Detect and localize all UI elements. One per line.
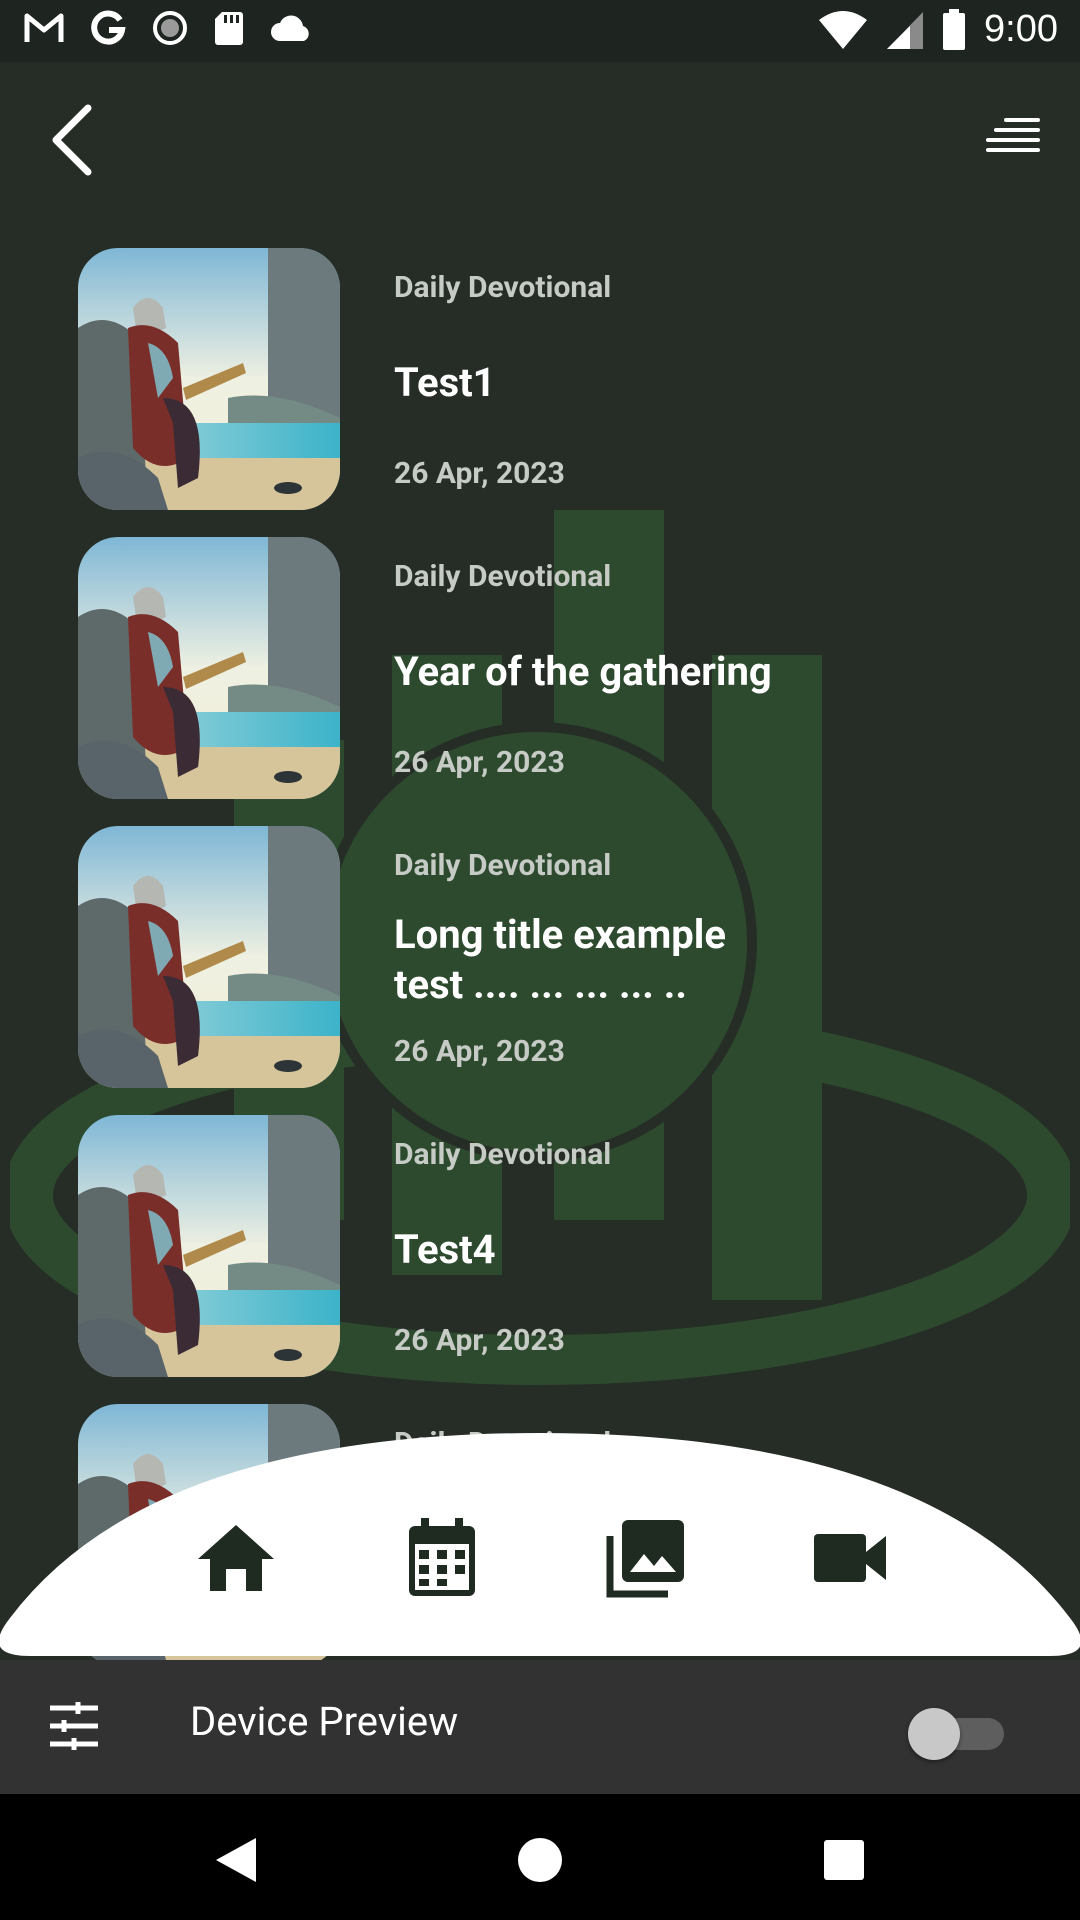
devotional-card[interactable]: Daily Devotional Test4 26 Apr, 2023 [78,1115,978,1377]
devotional-title: Year of the gathering [394,648,772,695]
record-icon [153,11,187,45]
home-circle-icon[interactable] [510,1830,570,1890]
devotional-category: Daily Devotional [394,1137,612,1172]
nav-gallery-button[interactable] [606,1518,686,1598]
devotional-title: Long title example test .... ... ... ...… [394,911,726,1008]
sd-card-icon [215,12,243,45]
home-icon [198,1525,274,1591]
gmail-icon [24,13,64,42]
devotional-date: 26 Apr, 2023 [394,1034,565,1069]
video-icon [814,1534,886,1582]
devotional-date: 26 Apr, 2023 [394,745,565,780]
devotional-category: Daily Devotional [394,559,612,594]
google-icon [91,10,126,45]
device-preview-label: Device Preview [190,1698,459,1745]
devotional-title: Test1 [394,359,496,406]
devotional-category: Daily Devotional [394,848,612,883]
device-preview-bar: Device Preview [0,1660,1080,1794]
calendar-icon [409,1518,475,1596]
devotional-card[interactable]: Daily Devotional Test1 26 Apr, 2023 [78,248,978,510]
signal-icon [887,11,924,49]
gallery-icon [606,1520,684,1598]
devotional-thumbnail [78,1115,340,1377]
menu-icon[interactable] [984,108,1044,168]
devotional-title: Test4 [394,1226,496,1273]
chevron-left-icon[interactable] [44,100,104,180]
devotional-date: 26 Apr, 2023 [394,1323,565,1358]
devotional-category: Daily Devotional [394,270,612,305]
nav-calendar-button[interactable] [402,1518,482,1598]
devotional-card[interactable]: Daily Devotional Long title example test… [78,826,978,1088]
devotional-thumbnail [78,537,340,799]
battery-icon [943,8,966,50]
wifi-icon [819,10,868,49]
bottom-nav [0,1518,1080,1598]
nav-video-button[interactable] [810,1518,890,1598]
cloud-icon [271,15,309,41]
status-bar: 9:00 [0,0,1080,62]
devotional-thumbnail [78,248,340,510]
status-time: 9:00 [984,8,1058,50]
tune-icon[interactable] [48,1700,100,1752]
devotional-thumbnail [78,826,340,1088]
recents-square-icon[interactable] [814,1830,874,1890]
back-triangle-icon[interactable] [206,1830,266,1890]
system-nav-bar [0,1794,1080,1920]
nav-home-button[interactable] [196,1518,276,1598]
devotional-date: 26 Apr, 2023 [394,456,565,491]
devotional-card[interactable]: Daily Devotional Year of the gathering 2… [78,537,978,799]
device-preview-toggle[interactable] [908,1704,1004,1760]
app-header [0,62,1080,212]
